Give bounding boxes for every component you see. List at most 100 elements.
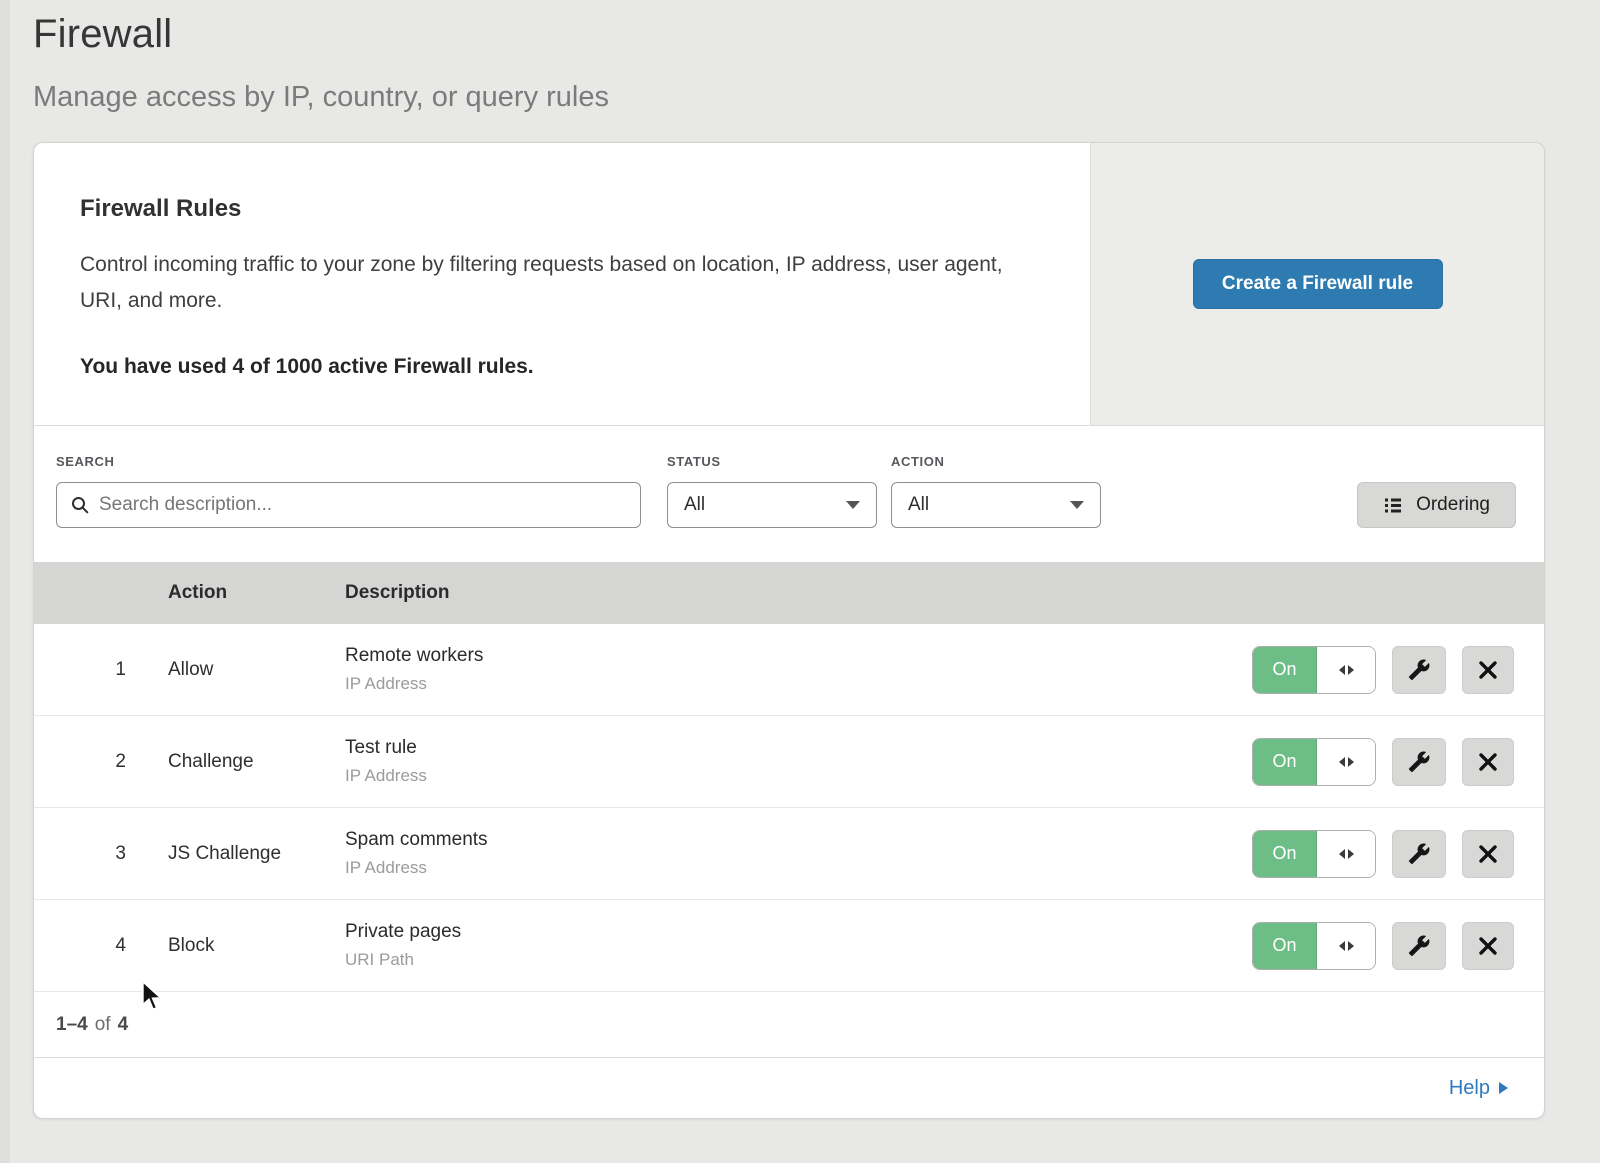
edit-rule-button[interactable]: [1392, 922, 1446, 970]
rule-description: Test rule: [345, 737, 1252, 759]
edit-rule-button[interactable]: [1392, 646, 1446, 694]
ordering-button[interactable]: Ordering: [1357, 482, 1516, 528]
arrow-left-icon: [1339, 941, 1345, 951]
rule-match-field: URI Path: [345, 950, 1252, 970]
arrow-right-icon: [1499, 1082, 1508, 1094]
toggle-on-segment[interactable]: On: [1253, 923, 1317, 969]
rule-action: Block: [168, 935, 345, 957]
action-filter-group: ACTION All: [891, 454, 1101, 528]
rule-description-cell: Remote workers IP Address: [345, 645, 1252, 694]
search-icon: [71, 496, 89, 514]
edit-rule-button[interactable]: [1392, 830, 1446, 878]
help-link-label: Help: [1449, 1077, 1490, 1100]
filters-bar: SEARCH STATUS All ACTION All: [34, 426, 1544, 562]
rule-action: Challenge: [168, 751, 345, 773]
create-firewall-rule-button[interactable]: Create a Firewall rule: [1193, 259, 1443, 309]
ordering-button-label: Ordering: [1416, 494, 1490, 516]
toggle-on-segment[interactable]: On: [1253, 647, 1317, 693]
search-box[interactable]: [56, 482, 641, 528]
close-icon: [1478, 936, 1498, 956]
delete-rule-button[interactable]: [1462, 646, 1514, 694]
rule-description-cell: Test rule IP Address: [345, 737, 1252, 786]
rule-match-field: IP Address: [345, 858, 1252, 878]
rule-enabled-toggle[interactable]: On: [1252, 738, 1376, 786]
rule-description-cell: Private pages URI Path: [345, 921, 1252, 970]
rule-priority: 3: [34, 843, 168, 865]
arrow-left-icon: [1339, 849, 1345, 859]
search-input[interactable]: [99, 494, 626, 516]
toggle-arrows-segment[interactable]: [1317, 831, 1375, 877]
pagination-range: 1–4: [56, 1014, 88, 1036]
rule-match-field: IP Address: [345, 674, 1252, 694]
pagination-of: of: [95, 1014, 111, 1036]
page-subtitle: Manage access by IP, country, or query r…: [33, 81, 1600, 114]
page-header: Firewall Manage access by IP, country, o…: [0, 0, 1600, 114]
pagination-row: 1–4 of 4: [34, 992, 1544, 1058]
rule-description: Remote workers: [345, 645, 1252, 667]
chevron-down-icon: [1070, 501, 1084, 509]
rule-match-field: IP Address: [345, 766, 1252, 786]
status-select[interactable]: All: [667, 482, 877, 528]
wrench-icon: [1408, 935, 1430, 957]
delete-rule-button[interactable]: [1462, 922, 1514, 970]
table-row: 1 Allow Remote workers IP Address On: [34, 624, 1544, 716]
toggle-on-segment[interactable]: On: [1253, 739, 1317, 785]
pagination-total: 4: [118, 1014, 129, 1036]
rule-enabled-toggle[interactable]: On: [1252, 922, 1376, 970]
arrow-right-icon: [1348, 665, 1354, 675]
rule-controls: On: [1252, 646, 1544, 694]
overview-action-panel: Create a Firewall rule: [1090, 143, 1544, 425]
toggle-on-segment[interactable]: On: [1253, 831, 1317, 877]
rule-description: Private pages: [345, 921, 1252, 943]
arrow-right-icon: [1348, 757, 1354, 767]
rule-priority: 1: [34, 659, 168, 681]
toggle-arrows-segment[interactable]: [1317, 647, 1375, 693]
search-label: SEARCH: [56, 454, 641, 469]
rule-controls: On: [1252, 830, 1544, 878]
table-row: 4 Block Private pages URI Path On: [34, 900, 1544, 992]
rule-enabled-toggle[interactable]: On: [1252, 830, 1376, 878]
toggle-arrows-segment[interactable]: [1317, 923, 1375, 969]
overview-usage-count: You have used 4 of 1000 active Firewall …: [80, 355, 1030, 379]
close-icon: [1478, 752, 1498, 772]
close-icon: [1478, 660, 1498, 680]
table-row: 3 JS Challenge Spam comments IP Address …: [34, 808, 1544, 900]
rule-enabled-toggle[interactable]: On: [1252, 646, 1376, 694]
action-column-header: Action: [168, 582, 345, 604]
overview-description: Control incoming traffic to your zone by…: [80, 247, 1030, 319]
overview-text-block: Firewall Rules Control incoming traffic …: [34, 143, 1090, 425]
chevron-down-icon: [846, 501, 860, 509]
search-filter-group: SEARCH: [56, 454, 641, 528]
rule-description: Spam comments: [345, 829, 1252, 851]
rule-priority: 4: [34, 935, 168, 957]
action-select-value: All: [908, 494, 929, 516]
action-select[interactable]: All: [891, 482, 1101, 528]
help-link[interactable]: Help: [1449, 1077, 1508, 1100]
arrow-right-icon: [1348, 849, 1354, 859]
action-label: ACTION: [891, 454, 1101, 469]
overview-section: Firewall Rules Control incoming traffic …: [34, 143, 1544, 426]
page-title: Firewall: [33, 12, 1600, 57]
help-footer: Help: [34, 1058, 1544, 1118]
arrow-left-icon: [1339, 757, 1345, 767]
overview-heading: Firewall Rules: [80, 195, 1030, 223]
status-filter-group: STATUS All: [667, 454, 877, 528]
description-column-header: Description: [345, 582, 1544, 604]
firewall-rules-card: Firewall Rules Control incoming traffic …: [33, 142, 1545, 1119]
close-icon: [1478, 844, 1498, 864]
rule-controls: On: [1252, 922, 1544, 970]
arrow-right-icon: [1348, 941, 1354, 951]
rule-controls: On: [1252, 738, 1544, 786]
list-ordering-icon: [1383, 495, 1403, 515]
wrench-icon: [1408, 659, 1430, 681]
edit-rule-button[interactable]: [1392, 738, 1446, 786]
status-label: STATUS: [667, 454, 877, 469]
rule-priority: 2: [34, 751, 168, 773]
table-header: Action Description: [34, 562, 1544, 624]
table-row: 2 Challenge Test rule IP Address On: [34, 716, 1544, 808]
delete-rule-button[interactable]: [1462, 738, 1514, 786]
delete-rule-button[interactable]: [1462, 830, 1514, 878]
toggle-arrows-segment[interactable]: [1317, 739, 1375, 785]
rule-action: JS Challenge: [168, 843, 345, 865]
rule-action: Allow: [168, 659, 345, 681]
